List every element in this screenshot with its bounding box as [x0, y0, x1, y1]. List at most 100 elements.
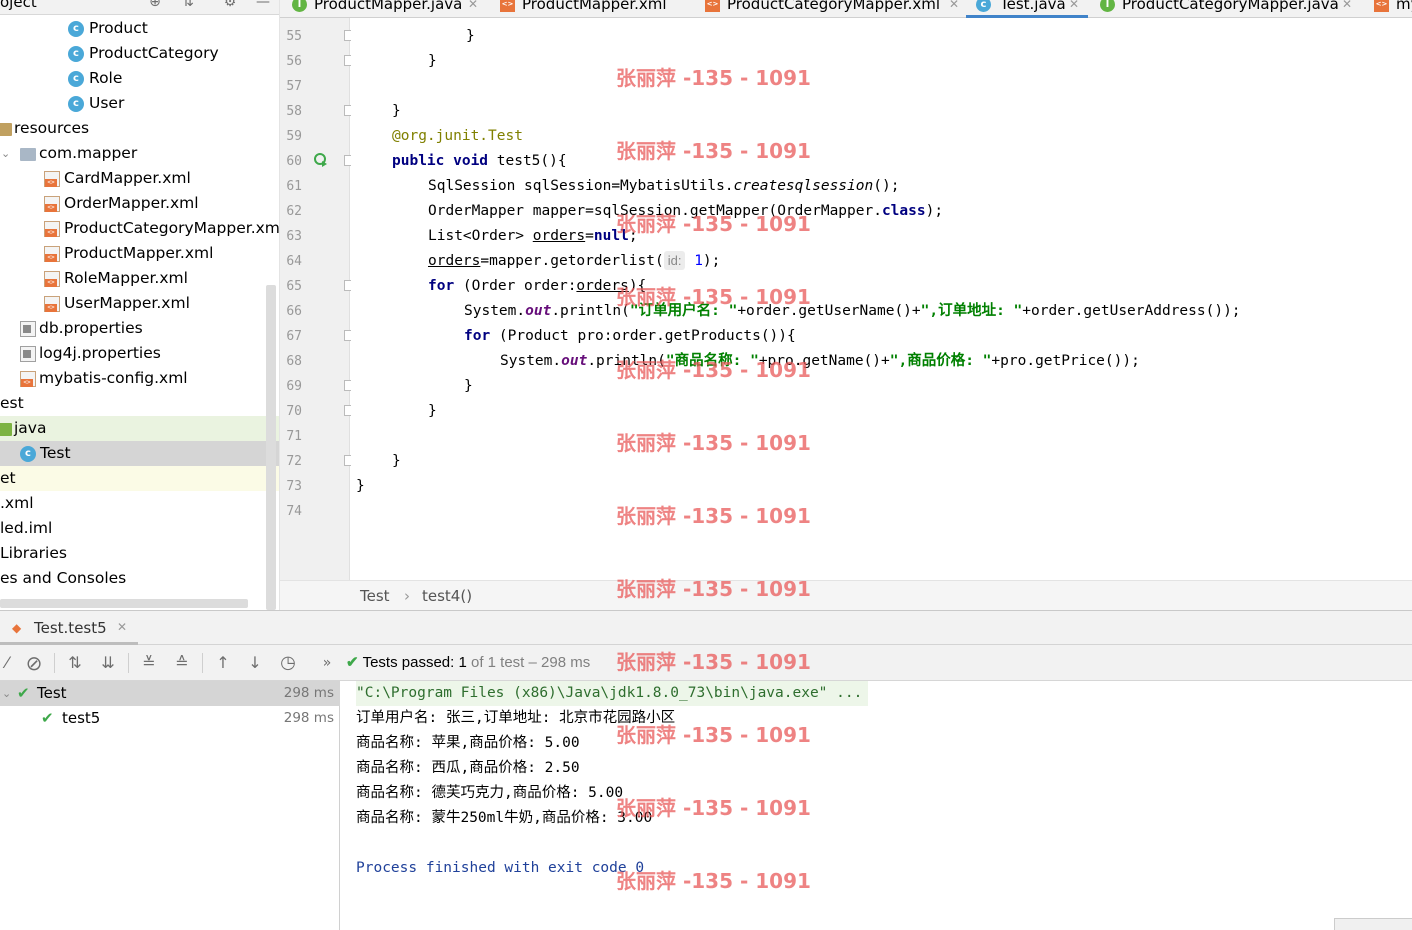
hide-icon[interactable]: — — [254, 0, 272, 10]
tree-item-java[interactable]: java — [0, 416, 279, 441]
tree-item-log4j-properties[interactable]: log4j.properties — [0, 341, 279, 366]
line-number: 64 — [286, 254, 302, 269]
tree-item-iml[interactable]: led.iml — [0, 516, 279, 541]
close-icon[interactable]: ✕ — [468, 0, 478, 18]
code-line-68: System.out.println("商品名称: "+pro.getName(… — [500, 349, 1140, 374]
tab-test-java[interactable]: c Test.java ✕ — [966, 0, 1088, 18]
tree-vertical-scrollbar[interactable] — [266, 285, 276, 610]
tree-item-role[interactable]: c Role — [0, 66, 279, 91]
tree-item-product[interactable]: c Product — [0, 16, 279, 41]
xml-file-icon — [44, 271, 60, 287]
run-test-icon[interactable] — [314, 153, 328, 167]
collapse-all-icon[interactable]: ⇅ — [179, 0, 197, 10]
breadcrumb-separator: › — [404, 587, 410, 605]
tree-item-db-properties[interactable]: db.properties — [0, 316, 279, 341]
stop-icon[interactable]: ⊘ — [23, 652, 45, 674]
sort-alpha-icon[interactable]: ⇅ — [64, 652, 86, 674]
tab-label: ProductCategoryMapper.xml — [727, 0, 941, 13]
class-icon: c — [976, 0, 991, 12]
locate-icon[interactable]: ⊕ — [146, 0, 164, 10]
line-number: 66 — [286, 304, 302, 319]
tree-item-productcategory[interactable]: c ProductCategory — [0, 41, 279, 66]
keyword-token: class — [881, 203, 926, 219]
tree-item-pom-xml[interactable]: .xml — [0, 491, 279, 516]
code-line-58: } — [392, 99, 401, 124]
tab-productcategorymapper-java[interactable]: I ProductCategoryMapper.java ✕ — [1100, 0, 1360, 18]
tab-productmapper-xml[interactable]: <> ProductMapper.xml — [500, 0, 700, 18]
tree-item-productmapper-xml[interactable]: ProductMapper.xml — [0, 241, 279, 266]
code-token: } — [466, 28, 475, 44]
code-token: ); — [702, 253, 721, 269]
breadcrumb-class[interactable]: Test — [360, 587, 390, 605]
tree-item-external-libraries[interactable]: Libraries — [0, 541, 279, 566]
close-icon[interactable]: ✕ — [1342, 0, 1352, 18]
line-number: 55 — [286, 29, 302, 44]
tree-horizontal-scrollbar[interactable] — [0, 599, 248, 608]
test-status-sub: of 1 test – 298 ms — [466, 654, 591, 671]
code-editor[interactable]: } } } @org.junit.Test public void test5(… — [351, 18, 1412, 580]
more-icon[interactable]: » — [316, 652, 338, 674]
tree-item-ordermapper-xml[interactable]: OrderMapper.xml — [0, 191, 279, 216]
project-panel: oject ⊕ ⇅ ⚙ — c Product c ProductCategor… — [0, 0, 280, 610]
properties-file-icon — [20, 346, 36, 362]
tree-item-cardmapper-xml[interactable]: CardMapper.xml — [0, 166, 279, 191]
tree-item-label: ProductCategory — [89, 44, 219, 62]
breadcrumb-method[interactable]: test4() — [422, 587, 472, 605]
tree-item-scratches[interactable]: es and Consoles — [0, 566, 279, 591]
code-token: test5(){ — [488, 153, 567, 169]
string-token: ",商品价格: " — [889, 353, 992, 369]
tree-item-test-dir[interactable]: est — [0, 391, 279, 416]
tab-productmapper-java[interactable]: I ProductMapper.java ✕ — [292, 0, 487, 18]
chevron-down-icon[interactable]: ⌄ — [1, 141, 17, 160]
string-token: ",订单地址: " — [920, 303, 1023, 319]
line-number: 61 — [286, 179, 302, 194]
tab-productcategorymapper-xml[interactable]: <> ProductCategoryMapper.xml ✕ — [705, 0, 960, 18]
sort-duration-icon[interactable]: ⇊ — [97, 652, 119, 674]
tree-item-rolemapper-xml[interactable]: RoleMapper.xml — [0, 266, 279, 291]
test-folder-icon — [0, 423, 12, 436]
next-failed-icon[interactable]: ↓ — [244, 652, 266, 674]
string-token: "订单用户名: " — [629, 303, 738, 319]
tree-item-label: est — [0, 394, 24, 412]
tree-item-label: Role — [89, 69, 123, 87]
code-line-55: } — [466, 24, 475, 49]
rerun-icon[interactable]: ⁄ — [0, 652, 18, 674]
code-line-73: } — [356, 474, 365, 499]
close-icon[interactable]: ✕ — [117, 620, 127, 634]
tab-run-test5[interactable]: ◆ Test.test5 ✕ — [0, 611, 138, 645]
history-icon[interactable]: ◷ — [277, 652, 299, 674]
expand-all-icon[interactable]: ≚ — [138, 652, 160, 674]
code-line-64: orders=mapper.getorderlist(id: 1); — [428, 249, 720, 274]
code-token: } — [392, 103, 401, 119]
tree-item-mybatis-config-xml[interactable]: mybatis-config.xml — [0, 366, 279, 391]
tree-item-user[interactable]: c User — [0, 91, 279, 116]
console-line: 商品名称: 苹果,商品价格: 5.00 — [356, 735, 580, 751]
tree-item-com-mapper[interactable]: ⌄ com.mapper — [0, 141, 279, 166]
close-icon[interactable]: ✕ — [1069, 0, 1079, 18]
run-toolbar: ⁄ ⊘ ⇅ ⇊ ≚ ≙ ↑ ↓ ◷ » ✔ Tests passed: 1 of … — [0, 645, 1412, 681]
code-line-61: SqlSession sqlSession=MybatisUtils.creat… — [428, 174, 899, 199]
console-resize-corner[interactable] — [1334, 918, 1412, 930]
previous-failed-icon[interactable]: ↑ — [212, 652, 234, 674]
tree-item-usermapper-xml[interactable]: UserMapper.xml — [0, 291, 279, 316]
xml-file-icon — [44, 196, 60, 212]
console-output[interactable]: "C:\Program Files (x86)\Java\jdk1.8.0_73… — [341, 681, 1412, 930]
tab-my[interactable]: <> my — [1374, 0, 1412, 18]
line-number: 56 — [286, 54, 302, 69]
tree-item-resources[interactable]: resources — [0, 116, 279, 141]
chevron-down-icon[interactable]: ⌄ — [2, 681, 11, 706]
parameter-hint: id: — [663, 251, 686, 270]
tree-item-label: .xml — [0, 494, 34, 512]
tree-item-test-class[interactable]: c Test — [0, 441, 279, 466]
tree-item-productcategorymapper-xml[interactable]: ProductCategoryMapper.xml — [0, 216, 279, 241]
console-line: Process finished with exit code 0 — [356, 860, 645, 876]
tree-item-target[interactable]: et — [0, 466, 279, 491]
line-number: 70 — [286, 404, 302, 419]
test-row-class[interactable]: ⌄ ✔ Test 298 ms — [0, 681, 340, 706]
close-icon[interactable]: ✕ — [949, 0, 959, 18]
collapse-all-icon[interactable]: ≙ — [171, 652, 193, 674]
code-line-56: } — [428, 49, 437, 74]
gear-icon[interactable]: ⚙ — [221, 0, 239, 10]
code-token: .println( — [587, 353, 666, 369]
test-row-method[interactable]: ✔ test5 298 ms — [0, 706, 340, 731]
